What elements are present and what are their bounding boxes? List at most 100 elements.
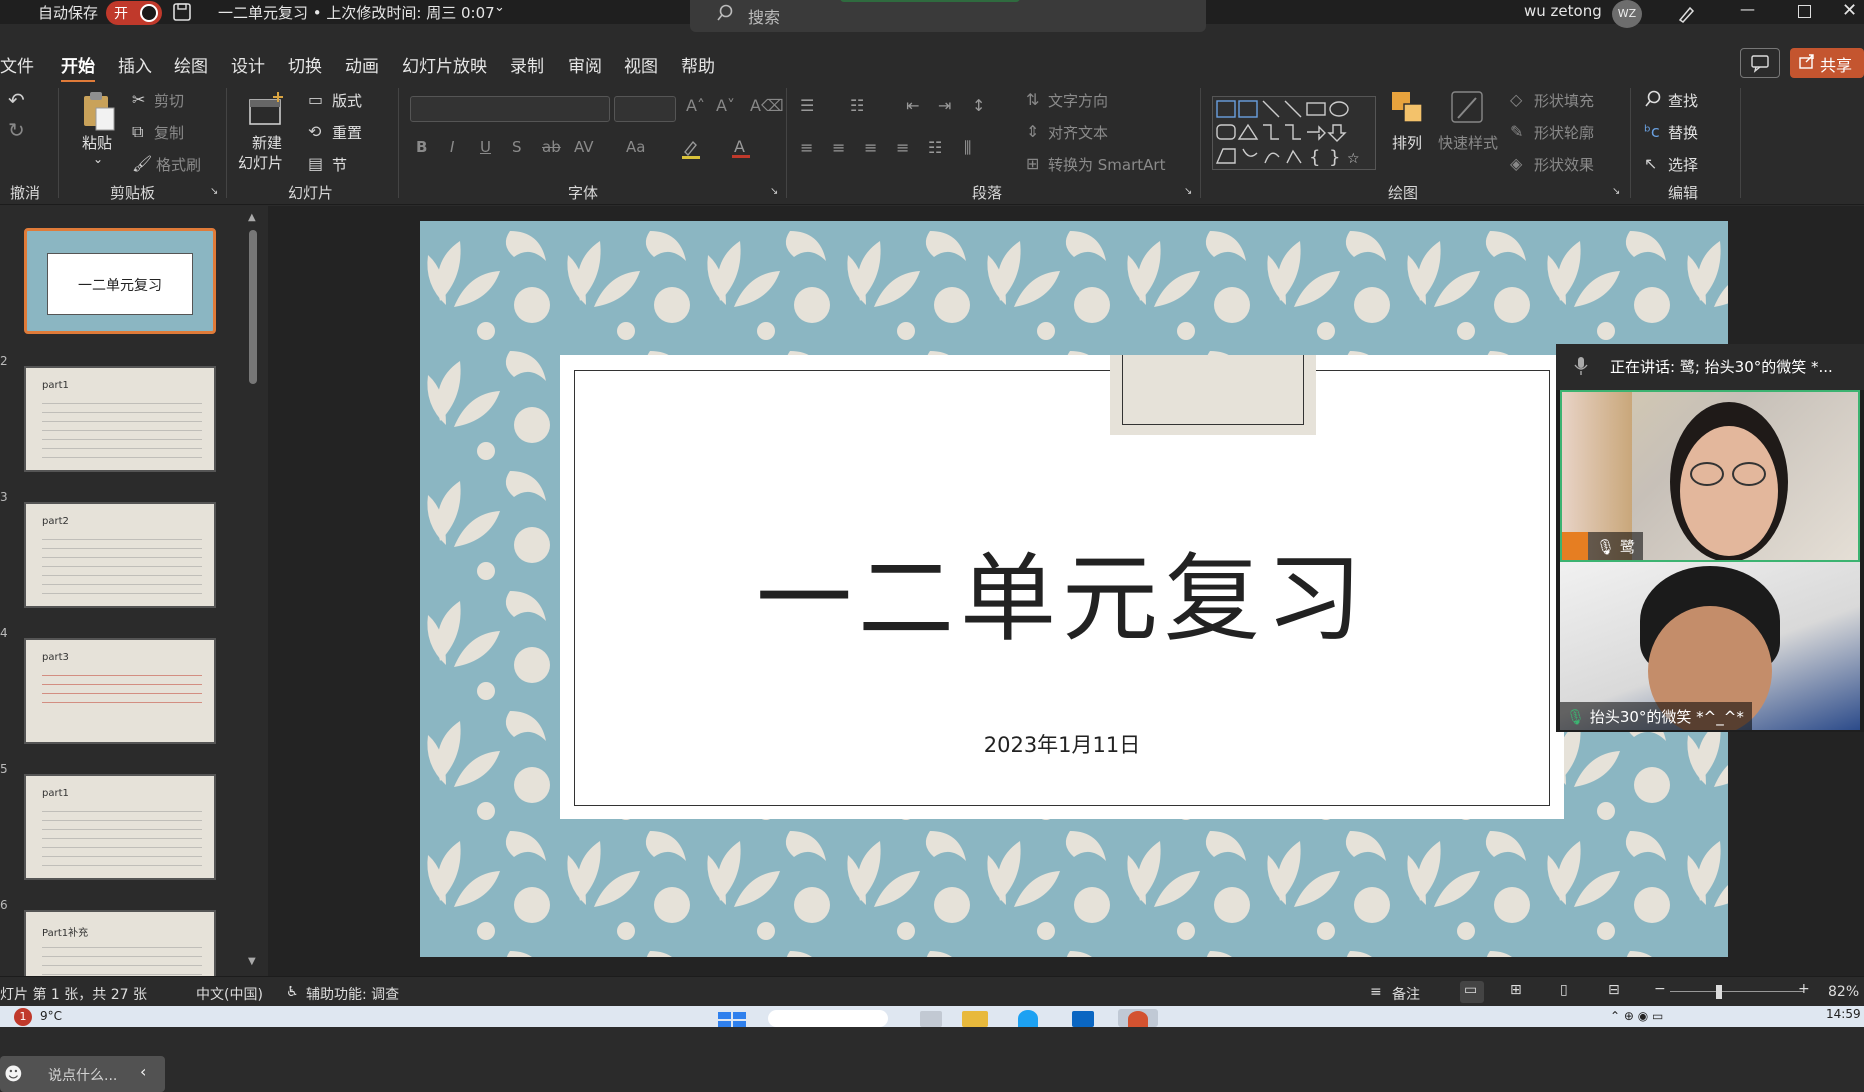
font-name-combo[interactable]	[410, 96, 610, 122]
distribute-icon[interactable]: ☷	[928, 138, 942, 157]
format-painter-icon[interactable]: 🖌	[132, 154, 152, 173]
shadow-button[interactable]: S	[512, 138, 522, 156]
change-case-button[interactable]: Aa	[626, 138, 645, 156]
tab-file[interactable]: 文件	[0, 52, 34, 77]
bold-button[interactable]: B	[416, 138, 427, 156]
scroll-up-icon[interactable]: ▲	[248, 212, 256, 223]
shape-fill-button[interactable]: 形状填充	[1534, 90, 1594, 111]
strikethrough-button[interactable]: ab	[542, 138, 561, 156]
share-button[interactable]: 共享	[1790, 48, 1864, 78]
arrange-icon[interactable]	[1390, 90, 1426, 126]
save-icon[interactable]	[172, 2, 192, 22]
edge-icon[interactable]	[1018, 1010, 1038, 1027]
close-icon[interactable]: ✕	[1842, 0, 1857, 21]
replace-button[interactable]: 替换	[1668, 122, 1698, 143]
tab-animations[interactable]: 动画	[345, 52, 379, 77]
tab-draw[interactable]: 绘图	[174, 52, 208, 77]
bullets-icon[interactable]: ☰	[800, 96, 814, 115]
decrease-indent-icon[interactable]: ⇤	[906, 96, 919, 115]
meeting-indicator[interactable]	[840, 0, 1020, 2]
tab-record[interactable]: 录制	[510, 52, 544, 77]
quick-styles-button[interactable]: 快速样式	[1438, 132, 1498, 153]
windows-start-icon[interactable]	[718, 1010, 746, 1027]
replace-icon[interactable]: ᵇc	[1644, 122, 1660, 141]
scroll-down-icon[interactable]: ▼	[248, 956, 256, 967]
text-direction-button[interactable]: 文字方向	[1048, 90, 1108, 111]
cut-button[interactable]: 剪切	[154, 90, 184, 111]
avatar[interactable]: WZ	[1612, 0, 1642, 28]
participant-video-2[interactable]: 🎙 抬头30°的微笑 *^_^*	[1560, 562, 1860, 730]
dialog-launcher-icon[interactable]: ↘	[210, 186, 218, 197]
pen-icon[interactable]	[1676, 2, 1698, 24]
align-text-icon[interactable]: ⇕	[1026, 122, 1039, 141]
scrollbar-thumb[interactable]	[249, 230, 257, 384]
notes-icon[interactable]: ≡	[1370, 984, 1382, 1000]
align-center-icon[interactable]: ≡	[832, 138, 845, 157]
reading-view-icon[interactable]: ▯	[1560, 982, 1568, 998]
reset-button[interactable]: 重置	[332, 122, 362, 143]
taskbar-search[interactable]	[768, 1010, 888, 1027]
tab-review[interactable]: 审阅	[568, 52, 602, 77]
zoom-in-icon[interactable]: +	[1798, 981, 1810, 997]
dialog-launcher-icon[interactable]: ↘	[1612, 186, 1620, 197]
justify-icon[interactable]: ≡	[896, 138, 909, 157]
user-name[interactable]: wu zetong	[1524, 2, 1602, 20]
emoji-icon[interactable]: ☻	[4, 1064, 23, 1085]
zoom-level[interactable]: 82%	[1828, 984, 1859, 1000]
smartart-button[interactable]: 转换为 SmartArt	[1048, 154, 1165, 175]
layout-icon[interactable]: ▭	[308, 90, 323, 109]
powerpoint-taskbar-button[interactable]	[1118, 1009, 1158, 1027]
comments-button[interactable]	[1740, 48, 1780, 78]
new-slide-icon[interactable]	[246, 90, 286, 130]
tab-help[interactable]: 帮助	[681, 52, 715, 77]
zoom-out-icon[interactable]: −	[1654, 981, 1666, 997]
chat-input-bar[interactable]: ☻ 说点什么... ‹	[0, 1056, 165, 1092]
autosave-toggle[interactable]: 开	[106, 1, 162, 25]
file-explorer-icon[interactable]	[962, 1011, 988, 1027]
slide-thumbnail[interactable]: part1	[24, 366, 216, 472]
highlight-icon[interactable]	[680, 138, 702, 160]
layout-button[interactable]: 版式	[332, 90, 362, 111]
numbering-icon[interactable]: ☷	[850, 96, 864, 115]
chevron-down-icon[interactable]: ⌄	[93, 152, 103, 166]
smartart-icon[interactable]: ⊞	[1026, 154, 1039, 173]
shape-outline-button[interactable]: 形状轮廓	[1534, 122, 1594, 143]
slide-title[interactable]: 一二单元复习	[560, 521, 1564, 660]
cut-icon[interactable]: ✂	[132, 90, 145, 109]
copy-icon[interactable]: ⧉	[132, 122, 143, 142]
shape-effects-icon[interactable]: ◈	[1510, 154, 1522, 173]
restore-icon[interactable]	[1798, 5, 1811, 18]
paste-icon[interactable]	[80, 90, 118, 134]
tab-insert[interactable]: 插入	[118, 52, 152, 77]
find-button[interactable]: 查找	[1668, 90, 1698, 111]
grow-font-icon[interactable]: A˄	[686, 96, 705, 115]
clock-time[interactable]: 14:59	[1826, 1007, 1861, 1021]
copy-button[interactable]: 复制	[154, 122, 184, 143]
notes-button[interactable]: 备注	[1392, 984, 1420, 1004]
shrink-font-icon[interactable]: A˅	[716, 96, 735, 115]
tray-icons[interactable]: ⌃ ⊕ ◉ ▭	[1610, 1009, 1663, 1023]
zoom-slider-handle[interactable]	[1716, 985, 1722, 999]
new-slide-label-2[interactable]: 幻灯片	[238, 152, 283, 173]
clear-format-icon[interactable]: A⌫	[750, 96, 784, 115]
slide-thumbnail[interactable]: part2	[24, 502, 216, 608]
mail-icon[interactable]	[1072, 1011, 1094, 1027]
align-left-icon[interactable]: ≡	[800, 138, 813, 157]
slide-thumbnail[interactable]: part3	[24, 638, 216, 744]
dialog-launcher-icon[interactable]: ↘	[770, 186, 778, 197]
font-color-icon[interactable]: A	[730, 136, 752, 160]
reset-icon[interactable]: ⟲	[308, 122, 321, 141]
text-direction-icon[interactable]: ⇅	[1026, 90, 1039, 109]
dialog-launcher-icon[interactable]: ↘	[1184, 186, 1192, 197]
align-text-button[interactable]: 对齐文本	[1048, 122, 1108, 143]
accessibility-icon[interactable]: ♿	[286, 984, 299, 1000]
shapes-gallery[interactable]: { } ☆	[1212, 96, 1376, 170]
task-view-icon[interactable]	[920, 1011, 942, 1027]
tab-view[interactable]: 视图	[624, 52, 658, 77]
arrange-button[interactable]: 排列	[1392, 132, 1422, 153]
select-icon[interactable]: ↖	[1644, 154, 1657, 173]
tab-transitions[interactable]: 切换	[288, 52, 322, 77]
collapse-icon[interactable]: ‹	[140, 1062, 146, 1081]
columns-icon[interactable]: ⫼	[964, 138, 971, 158]
accessibility-status[interactable]: 辅助功能: 调查	[306, 984, 399, 1004]
